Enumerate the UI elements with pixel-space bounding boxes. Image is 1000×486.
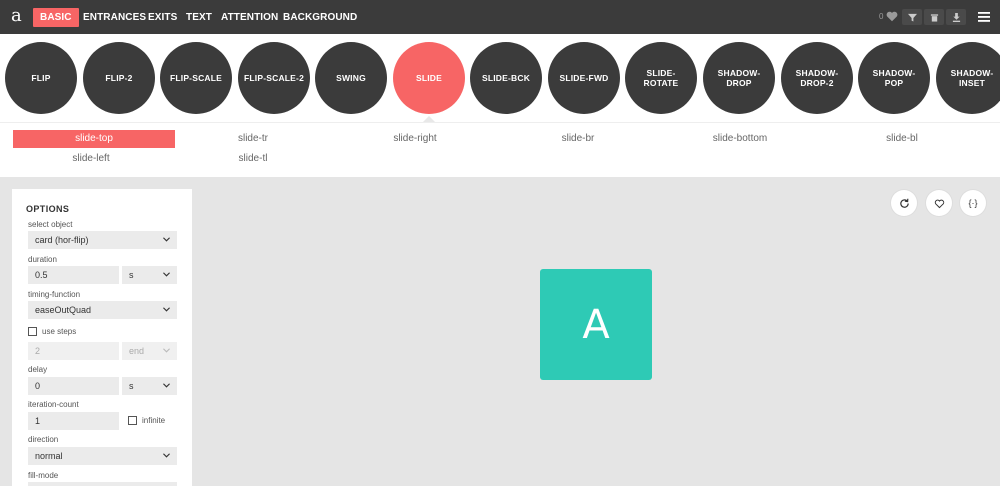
delay-unit-value: s xyxy=(129,381,134,391)
group-shadow-drop[interactable]: SHADOW- DROP xyxy=(703,42,775,114)
variant-slide-right[interactable]: slide-right xyxy=(362,130,468,148)
chevron-down-icon xyxy=(163,348,170,353)
group-swing[interactable]: SWING xyxy=(315,42,387,114)
code-button[interactable]: {·} xyxy=(960,190,986,216)
nav-basic[interactable]: BASIC xyxy=(33,8,79,27)
variant-slide-top[interactable]: slide-top xyxy=(13,130,175,148)
group-flip[interactable]: FLIP xyxy=(5,42,77,114)
delay-input[interactable]: 0 xyxy=(28,377,119,395)
like-count: 0 xyxy=(879,12,884,21)
direction-value: normal xyxy=(35,451,63,461)
delay-label: delay xyxy=(28,365,48,374)
menu-icon[interactable] xyxy=(977,10,991,24)
group-shadow-inset[interactable]: SHADOW- INSET xyxy=(936,42,1000,114)
duration-unit-select[interactable]: s xyxy=(122,266,177,284)
timing-function-value: easeOutQuad xyxy=(35,305,92,315)
chevron-down-icon xyxy=(163,307,170,312)
refresh-icon xyxy=(899,198,909,208)
variant-slide-bl[interactable]: slide-bl xyxy=(849,130,955,148)
group-slide-bck[interactable]: SLIDE-BCK xyxy=(470,42,542,114)
preview-card: A xyxy=(540,269,652,380)
variant-slide-bottom[interactable]: slide-bottom xyxy=(687,130,793,148)
nav-exits[interactable]: EXITS xyxy=(141,8,184,27)
variant-slide-br[interactable]: slide-br xyxy=(525,130,631,148)
fill-mode-label: fill-mode xyxy=(28,471,59,480)
variant-slide-tl[interactable]: slide-tl xyxy=(200,150,306,168)
group-slide[interactable]: SLIDE xyxy=(393,42,465,114)
nav-background[interactable]: BACKGROUND xyxy=(276,8,364,27)
logo[interactable]: a xyxy=(11,5,22,27)
trash-button[interactable] xyxy=(924,9,944,25)
infinite-checkbox[interactable] xyxy=(128,416,137,425)
direction-label: direction xyxy=(28,435,59,444)
delay-unit-select[interactable]: s xyxy=(122,377,177,395)
filter-icon xyxy=(907,13,917,22)
favorite-button[interactable] xyxy=(926,190,952,216)
duration-label: duration xyxy=(28,255,57,264)
download-icon xyxy=(952,12,960,22)
options-title: OPTIONS xyxy=(26,204,70,214)
select-object-label: select object xyxy=(28,220,73,229)
direction-dropdown[interactable]: normal xyxy=(28,447,177,465)
heart-icon xyxy=(934,199,944,208)
variant-slide-tr[interactable]: slide-tr xyxy=(200,130,306,148)
group-slide-fwd[interactable]: SLIDE-FWD xyxy=(548,42,620,114)
select-object-value: card (hor-flip) xyxy=(35,235,89,245)
fill-mode-dropdown[interactable] xyxy=(28,482,177,486)
heart-icon[interactable] xyxy=(885,9,899,23)
animation-group-bar: FLIP FLIP-2 FLIP-SCALE FLIP-SCALE-2 SWIN… xyxy=(0,34,1000,122)
group-shadow-drop-2[interactable]: SHADOW- DROP-2 xyxy=(781,42,853,114)
group-flip-scale[interactable]: FLIP-SCALE xyxy=(160,42,232,114)
select-object-dropdown[interactable]: card (hor-flip) xyxy=(28,231,177,249)
timing-function-dropdown[interactable]: easeOutQuad xyxy=(28,301,177,319)
duration-unit-value: s xyxy=(129,270,134,280)
use-steps-checkbox[interactable] xyxy=(28,327,37,336)
iteration-count-label: iteration-count xyxy=(28,400,79,409)
steps-input[interactable]: 2 xyxy=(28,342,119,360)
use-steps-label: use steps xyxy=(42,327,77,336)
group-flip-scale-2[interactable]: FLIP-SCALE-2 xyxy=(238,42,310,114)
timing-function-label: timing-function xyxy=(28,290,81,299)
infinite-label: infinite xyxy=(142,416,166,425)
chevron-down-icon xyxy=(163,383,170,388)
options-panel: OPTIONS select object card (hor-flip) du… xyxy=(12,189,192,486)
filter-button[interactable] xyxy=(902,9,922,25)
top-bar: a BASIC ENTRANCES EXITS TEXT ATTENTION B… xyxy=(0,0,1000,34)
group-shadow-pop[interactable]: SHADOW-POP xyxy=(858,42,930,114)
variant-list: slide-top slide-tr slide-right slide-br … xyxy=(0,122,1000,177)
nav-attention[interactable]: ATTENTION xyxy=(214,8,285,27)
trash-icon xyxy=(930,13,938,22)
chevron-down-icon xyxy=(163,237,170,242)
chevron-down-icon xyxy=(163,453,170,458)
steps-direction-select[interactable]: end xyxy=(122,342,177,360)
download-button[interactable] xyxy=(946,9,966,25)
group-slide-rotate[interactable]: SLIDE-ROTATE xyxy=(625,42,697,114)
group-flip-2[interactable]: FLIP-2 xyxy=(83,42,155,114)
steps-direction-value: end xyxy=(129,346,145,356)
iteration-count-input[interactable]: 1 xyxy=(28,412,119,430)
nav-text[interactable]: TEXT xyxy=(179,8,219,27)
duration-input[interactable]: 0.5 xyxy=(28,266,119,284)
variant-slide-left[interactable]: slide-left xyxy=(38,150,144,168)
chevron-down-icon xyxy=(163,272,170,277)
replay-button[interactable] xyxy=(891,190,917,216)
